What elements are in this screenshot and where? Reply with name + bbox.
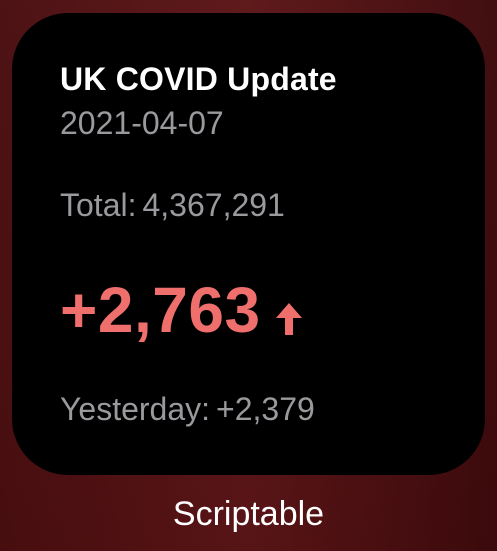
widget-title: UK COVID Update <box>60 61 337 97</box>
yesterday-cases: Yesterday: +2,379 <box>60 391 315 427</box>
widget-app-label: Scriptable <box>172 495 325 533</box>
total-value: 4,367,291 <box>142 187 285 223</box>
yesterday-label: Yesterday: <box>60 391 211 427</box>
widget-date: 2021-04-07 <box>60 105 224 141</box>
total-label: Total: <box>60 187 137 223</box>
arrow-up-icon <box>275 303 302 335</box>
covid-widget[interactable]: UK COVID Update 2021-04-07 Total: 4,367,2… <box>12 13 485 475</box>
total-cases: Total: 4,367,291 <box>60 187 285 223</box>
daily-change-value: +2,763 <box>60 274 261 346</box>
daily-change-row: +2,763 <box>60 275 303 345</box>
yesterday-value: +2,379 <box>216 391 315 427</box>
